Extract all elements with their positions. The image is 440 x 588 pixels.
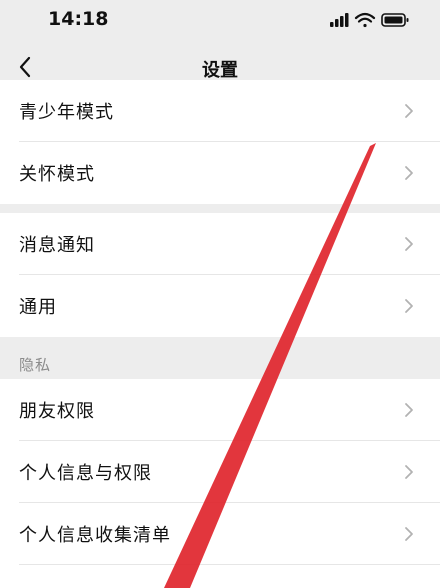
- settings-row-personal-info-permissions[interactable]: 个人信息与权限: [0, 441, 440, 503]
- status-icons: [330, 11, 410, 33]
- status-bar: 14:18: [0, 0, 440, 40]
- row-label: 关怀模式: [19, 164, 95, 185]
- chevron-right-icon: [405, 104, 413, 118]
- settings-row-friend-permissions[interactable]: 朋友权限: [0, 379, 440, 441]
- row-label: 朋友权限: [19, 401, 95, 422]
- row-label: 个人信息收集清单: [19, 525, 171, 546]
- row-label: 通用: [19, 297, 57, 318]
- settings-row-youth-mode[interactable]: 青少年模式: [0, 80, 440, 142]
- settings-row-care-mode[interactable]: 关怀模式: [0, 142, 440, 204]
- signal-icon: [330, 13, 349, 27]
- chevron-right-icon: [405, 166, 413, 180]
- chevron-right-icon: [405, 299, 413, 313]
- row-label: 青少年模式: [19, 102, 114, 123]
- settings-row-personal-info-list[interactable]: 个人信息收集清单: [0, 503, 440, 565]
- settings-row-general[interactable]: 通用: [0, 275, 440, 337]
- chevron-right-icon: [405, 237, 413, 251]
- row-label: 消息通知: [19, 235, 95, 256]
- chevron-right-icon: [405, 527, 413, 541]
- chevron-right-icon: [405, 465, 413, 479]
- section-header-privacy: 隐私: [19, 356, 52, 374]
- settings-row-notifications[interactable]: 消息通知: [0, 213, 440, 275]
- settings-row-partial[interactable]: [0, 565, 440, 588]
- page-title: 设置: [202, 60, 238, 81]
- battery-icon: [381, 13, 409, 27]
- status-time: 14:18: [48, 8, 109, 30]
- row-label: 个人信息与权限: [19, 463, 152, 484]
- chevron-right-icon: [405, 403, 413, 417]
- wifi-icon: [354, 12, 376, 28]
